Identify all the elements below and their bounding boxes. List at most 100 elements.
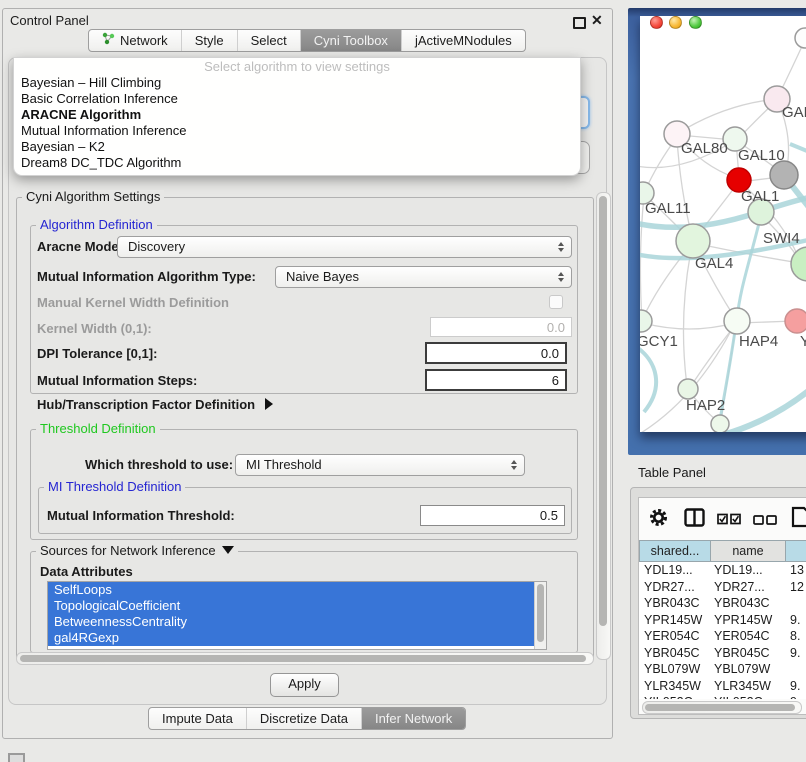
mi-threshold-field[interactable]: 0.5 (420, 505, 565, 526)
tab-select[interactable]: Select (237, 30, 300, 51)
mi-steps-field[interactable]: 6 (425, 369, 567, 391)
node-label: GAL (782, 104, 806, 121)
cell-shared-name: YER054C (639, 628, 711, 645)
list-item-selected[interactable]: SelfLoops (48, 582, 546, 598)
mi-algorithm-type-combo[interactable]: Naive Bayes (275, 266, 572, 288)
tab-jactivemnodules[interactable]: jActiveMNodules (401, 30, 525, 51)
cell-name: YBR043C (711, 595, 786, 612)
select-all-checkboxes-icon[interactable] (717, 512, 743, 530)
cell-name: YDR27... (711, 579, 786, 596)
dropdown-item[interactable]: Basic Correlation Inference (14, 91, 580, 107)
node-salmon[interactable] (785, 309, 806, 333)
node-hap2[interactable] (678, 379, 698, 399)
settings-vscroll-thumb[interactable] (599, 196, 607, 626)
deselect-all-checkboxes-icon[interactable] (753, 513, 779, 531)
cell-name: YBR045C (711, 645, 786, 662)
tab-jactivemnodules-label: jActiveMNodules (415, 30, 512, 51)
column-header-shared-name[interactable]: shared... (639, 540, 711, 562)
dropdown-item[interactable]: Mutual Information Inference (14, 123, 580, 139)
node-label: GAL11 (645, 200, 691, 217)
kernel-width-label: Kernel Width (0,1): (37, 321, 152, 337)
cell-shared-name: YBL079W (639, 661, 711, 678)
kernel-width-field[interactable]: 0.0 (430, 317, 572, 337)
table-row[interactable]: YER054C YER054C 8. (639, 628, 806, 645)
mi-threshold-label: Mutual Information Threshold: (47, 508, 235, 524)
table-row[interactable]: YBR043C YBR043C (639, 595, 806, 612)
node-bottom-partial[interactable] (711, 415, 729, 432)
screen: Control Panel ✕ Network Style Select Cyn… (0, 0, 806, 762)
table-row[interactable]: YDL19... YDL19... 13 (639, 562, 806, 579)
aracne-mode-combo[interactable]: Discovery (117, 236, 572, 258)
table-row[interactable]: YBR045C YBR045C 9. (639, 645, 806, 662)
list-item-selected[interactable]: TopologicalCoefficient (48, 598, 546, 614)
node-hap4[interactable] (724, 308, 750, 334)
table-row[interactable]: YIL052C YIL052C 9. (639, 694, 806, 699)
settings-vertical-scrollbar[interactable] (596, 192, 611, 660)
table-row[interactable]: YPR145W YPR145W 9. (639, 612, 806, 629)
table-hscroll-thumb[interactable] (645, 704, 795, 711)
node-label: GAL4 (695, 255, 733, 272)
column-header-name[interactable]: name (711, 540, 786, 562)
dropdown-item[interactable]: Dream8 DC_TDC Algorithm (14, 155, 580, 171)
list-item-selected[interactable]: gal4RGexp (48, 630, 546, 646)
tab-discretize-data-label: Discretize Data (260, 708, 348, 729)
cell-value: 9. (786, 645, 806, 662)
which-threshold-value: MI Threshold (246, 457, 322, 472)
node-gcy1[interactable] (640, 310, 652, 332)
columns-icon[interactable] (684, 508, 705, 532)
which-threshold-combo[interactable]: MI Threshold (235, 454, 525, 476)
tab-network-label: Network (120, 30, 168, 51)
bottom-tabstrip: Impute Data Discretize Data Infer Networ… (148, 707, 466, 730)
tab-select-label: Select (251, 30, 287, 51)
settings-horizontal-scrollbar[interactable] (16, 652, 594, 665)
table-row[interactable]: YDR27... YDR27... 12 (639, 579, 806, 596)
table-horizontal-scrollbar[interactable] (642, 701, 802, 714)
table-row[interactable]: YLR345W YLR345W 9. (639, 678, 806, 695)
data-attributes-list[interactable]: SelfLoops TopologicalCoefficient Between… (47, 581, 547, 650)
tab-infer-network[interactable]: Infer Network (361, 708, 465, 729)
tab-discretize-data[interactable]: Discretize Data (246, 708, 361, 729)
table-body[interactable]: YDL19... YDL19... 13 YDR27... YDR27... 1… (639, 562, 806, 699)
list-vscroll-thumb[interactable] (537, 584, 544, 642)
tab-style[interactable]: Style (181, 30, 237, 51)
dropdown-item[interactable]: Bayesian – Hill Climbing (14, 75, 580, 91)
dpi-tolerance-field[interactable]: 0.0 (425, 342, 567, 364)
aracne-mode-value: Discovery (128, 239, 185, 254)
gear-icon[interactable] (648, 507, 669, 533)
close-icon[interactable]: ✕ (591, 12, 603, 29)
dock-icon-partial[interactable] (8, 753, 25, 762)
table-row[interactable]: YBL079W YBL079W (639, 661, 806, 678)
float-window-icon[interactable] (573, 17, 586, 29)
manual-kernel-width-checkbox[interactable] (549, 295, 563, 309)
cell-name: YPR145W (711, 612, 786, 629)
node-gray[interactable] (770, 161, 798, 189)
settings-hscroll-thumb[interactable] (20, 655, 586, 662)
table-panel-title: Table Panel (628, 458, 806, 487)
dropdown-item[interactable]: Bayesian – K2 (14, 139, 580, 155)
tab-impute-data[interactable]: Impute Data (149, 708, 246, 729)
cell-value (786, 595, 806, 612)
tab-style-label: Style (195, 30, 224, 51)
threshold-definition-legend: Threshold Definition (36, 422, 160, 436)
node-gal4[interactable] (676, 224, 710, 258)
tab-network[interactable]: Network (89, 30, 181, 51)
mi-threshold-definition-legend: MI Threshold Definition (44, 480, 185, 494)
node-label: GAL80 (681, 140, 728, 157)
cell-name: YER054C (711, 628, 786, 645)
hub-factor-expander[interactable]: Hub/Transcription Factor Definition (37, 397, 273, 413)
network-graph[interactable]: GAL GAL80 GAL10 GAL1 GAL11 SWI4 GAL4 GCY… (640, 16, 806, 432)
apply-button[interactable]: Apply (270, 673, 339, 697)
dropdown-item-selected[interactable]: ARACNE Algorithm (14, 107, 580, 123)
cell-shared-name: YDR27... (639, 579, 711, 596)
tab-cyni-toolbox-label: Cyni Toolbox (314, 30, 388, 51)
sources-legend[interactable]: Sources for Network Inference (36, 544, 238, 558)
cell-shared-name: YIL052C (639, 694, 711, 699)
column-header-partial[interactable] (786, 540, 806, 562)
tab-cyni-toolbox[interactable]: Cyni Toolbox (300, 30, 401, 51)
list-vertical-scrollbar[interactable] (534, 582, 546, 649)
node[interactable] (795, 28, 806, 48)
list-item-selected[interactable]: BetweennessCentrality (48, 614, 546, 630)
node-label: HAP4 (739, 333, 778, 350)
node-label: HAP2 (686, 397, 725, 414)
new-file-icon-partial[interactable] (791, 506, 806, 533)
